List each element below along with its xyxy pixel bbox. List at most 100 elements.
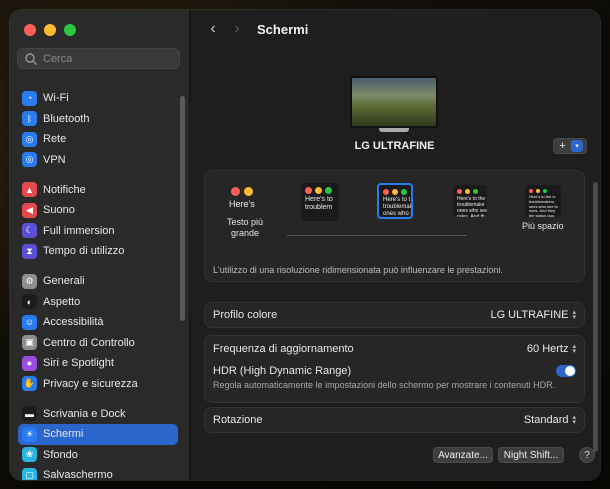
sidebar-item-siri-e-spotlight[interactable]: ● Siri e Spotlight: [18, 353, 178, 374]
sidebar-item-privacy-e-sicurezza[interactable]: ✋ Privacy e sicurezza: [18, 374, 178, 395]
resolution-option-3-selected[interactable]: Here's to t troublemak ones who s: [377, 183, 413, 219]
sidebar-item-label: Centro di Controllo: [43, 336, 135, 349]
resolution-track: [287, 235, 467, 236]
sidebar: ◔ Wi-Fi ᛒ Bluetooth ◎ Rete ◎ VPN ▲ Notifiche ◀ Suon…: [10, 10, 190, 480]
sidebar-item-sfondo[interactable]: ❀ Sfondo: [18, 445, 178, 466]
siri-icon: ●: [22, 355, 37, 371]
sidebar-item-label: Sfondo: [43, 448, 78, 461]
vpn-globe-icon: ◎: [22, 152, 37, 168]
search-field[interactable]: [17, 48, 180, 69]
hand-icon: ✋: [22, 376, 37, 392]
screensaver-icon: ▢: [22, 467, 37, 480]
sidebar-item-suono[interactable]: ◀ Suono: [18, 200, 178, 221]
resolution-option-1[interactable]: Here's Testo più grande: [223, 183, 267, 239]
sidebar-item-tempo-di-utilizzo[interactable]: ⧗ Tempo di utilizzo: [18, 241, 178, 262]
night-shift-button[interactable]: Night Shift...: [498, 447, 564, 463]
zoom-window-button[interactable]: [64, 24, 76, 36]
sidebar-item-vpn[interactable]: ◎ VPN: [18, 150, 178, 171]
resolution-picker: Here's Testo più grande Here's to troubl…: [204, 170, 585, 282]
sidebar-nav: ◔ Wi-Fi ᛒ Bluetooth ◎ Rete ◎ VPN ▲ Notifiche ◀ Suon…: [18, 88, 178, 480]
sidebar-item-label: Schermi: [43, 428, 84, 441]
sidebar-item-rete[interactable]: ◎ Rete: [18, 129, 178, 150]
control-center-icon: ▣: [22, 335, 37, 351]
color-profile-popup[interactable]: LG ULTRAFINE ▴ ▾: [490, 309, 576, 321]
resolution-label: Testo più grande: [226, 217, 264, 238]
globe-icon: ◎: [22, 131, 37, 147]
back-chevron-icon[interactable]: ‹: [203, 19, 223, 39]
resolution-option-2[interactable]: Here's to troublem: [301, 183, 339, 221]
refresh-rate-popup[interactable]: 60 Hertz ▴ ▾: [527, 343, 576, 355]
sidebar-item-label: Generali: [43, 275, 85, 288]
search-icon: [25, 52, 37, 65]
refresh-rate-label: Frequenza di aggiornamento: [213, 343, 354, 355]
sidebar-item-notifiche[interactable]: ▲ Notifiche: [18, 180, 178, 201]
sidebar-item-label: Scrivania e Dock: [43, 407, 126, 420]
minimize-window-button[interactable]: [44, 24, 56, 36]
wifi-icon: ◔: [22, 90, 37, 106]
toolbar: ‹ › Schermi: [190, 10, 600, 48]
color-profile-section: Profilo colore LG ULTRAFINE ▴ ▾: [204, 302, 585, 328]
plus-icon: +: [559, 140, 566, 152]
sidebar-item-bluetooth[interactable]: ᛒ Bluetooth: [18, 109, 178, 130]
display-name: LG ULTRAFINE: [354, 140, 435, 152]
refresh-rate-value: 60 Hertz: [526, 343, 569, 355]
add-display-button[interactable]: + ▾: [553, 138, 587, 154]
moon-icon: ☾: [22, 223, 37, 239]
resolution-preview: Here's to troublem: [301, 183, 339, 221]
sun-icon: ☀: [22, 426, 37, 442]
sidebar-item-full-immersion[interactable]: ☾ Full immersion: [18, 221, 178, 242]
dock-icon: ▬: [22, 406, 37, 422]
sidebar-item-label: Full immersion: [43, 224, 115, 237]
resolution-preview: Here's: [223, 183, 267, 213]
forward-chevron-icon[interactable]: ›: [227, 19, 247, 39]
sidebar-item-scrivania-e-dock[interactable]: ▬ Scrivania e Dock: [18, 404, 178, 425]
sidebar-item-label: Salvaschermo: [43, 469, 113, 480]
main-pane: ‹ › Schermi LG ULTRAFINE + ▾ Here's Test…: [190, 10, 600, 480]
sidebar-item-label: Wi-Fi: [43, 92, 69, 105]
hdr-label: HDR (High Dynamic Range): [213, 365, 352, 377]
sidebar-item-wi-fi[interactable]: ◔ Wi-Fi: [18, 88, 178, 109]
advanced-button[interactable]: Avanzate...: [433, 447, 493, 463]
sidebar-scrollbar[interactable]: [180, 96, 185, 321]
bluetooth-icon: ᛒ: [22, 111, 37, 127]
display-thumbnail[interactable]: [350, 76, 438, 132]
resolution-preview: Here's to t troublemak ones who s: [377, 183, 413, 219]
hdr-toggle[interactable]: [556, 365, 576, 377]
color-profile-label: Profilo colore: [213, 309, 278, 321]
display-stand: [379, 128, 409, 132]
close-window-button[interactable]: [24, 24, 36, 36]
sidebar-item-schermi[interactable]: ☀ Schermi: [18, 424, 178, 445]
sidebar-item-label: VPN: [43, 153, 66, 166]
sidebar-item-centro-di-controllo[interactable]: ▣ Centro di Controllo: [18, 333, 178, 354]
display-options-section: Frequenza di aggiornamento 60 Hertz ▴ ▾ H…: [204, 335, 585, 403]
sidebar-item-accessibilit[interactable]: ☺ Accessibilità: [18, 312, 178, 333]
up-down-chevron-icon: ▴ ▾: [572, 414, 576, 426]
resolution-note: L'utilizzo di una risoluzione ridimensio…: [213, 265, 503, 275]
resolution-option-4[interactable]: Here's to the troublemake ones who see r…: [453, 185, 487, 217]
sidebar-item-aspetto[interactable]: ◐ Aspetto: [18, 292, 178, 313]
main-scrollbar[interactable]: [593, 182, 598, 452]
toggle-knob: [565, 366, 575, 376]
hourglass-icon: ⧗: [22, 243, 37, 259]
rotation-label: Rotazione: [213, 414, 263, 426]
sidebar-item-label: Siri e Spotlight: [43, 357, 114, 370]
speaker-icon: ◀: [22, 202, 37, 218]
resolution-label: Più spazio: [522, 221, 564, 231]
traffic-lights: [24, 24, 76, 36]
sidebar-item-generali[interactable]: ⚙ Generali: [18, 271, 178, 292]
sidebar-item-label: Bluetooth: [43, 112, 90, 125]
rotation-row: Rotazione Standard ▴ ▾: [205, 408, 584, 432]
page-title: Schermi: [257, 21, 309, 37]
sidebar-item-salvaschermo[interactable]: ▢ Salvaschermo: [18, 465, 178, 480]
resolution-option-5[interactable]: Here's to the cr troublemakers. ones who…: [522, 185, 564, 232]
bell-icon: ▲: [22, 182, 37, 198]
sidebar-item-label: Privacy e sicurezza: [43, 377, 138, 390]
rotation-value: Standard: [523, 414, 569, 426]
search-input[interactable]: [43, 52, 173, 65]
flower-icon: ❀: [22, 447, 37, 463]
refresh-rate-row: Frequenza di aggiornamento 60 Hertz ▴ ▾: [205, 336, 584, 362]
rotation-popup[interactable]: Standard ▴ ▾: [524, 414, 576, 426]
color-profile-row: Profilo colore LG ULTRAFINE ▴ ▾: [205, 303, 584, 327]
